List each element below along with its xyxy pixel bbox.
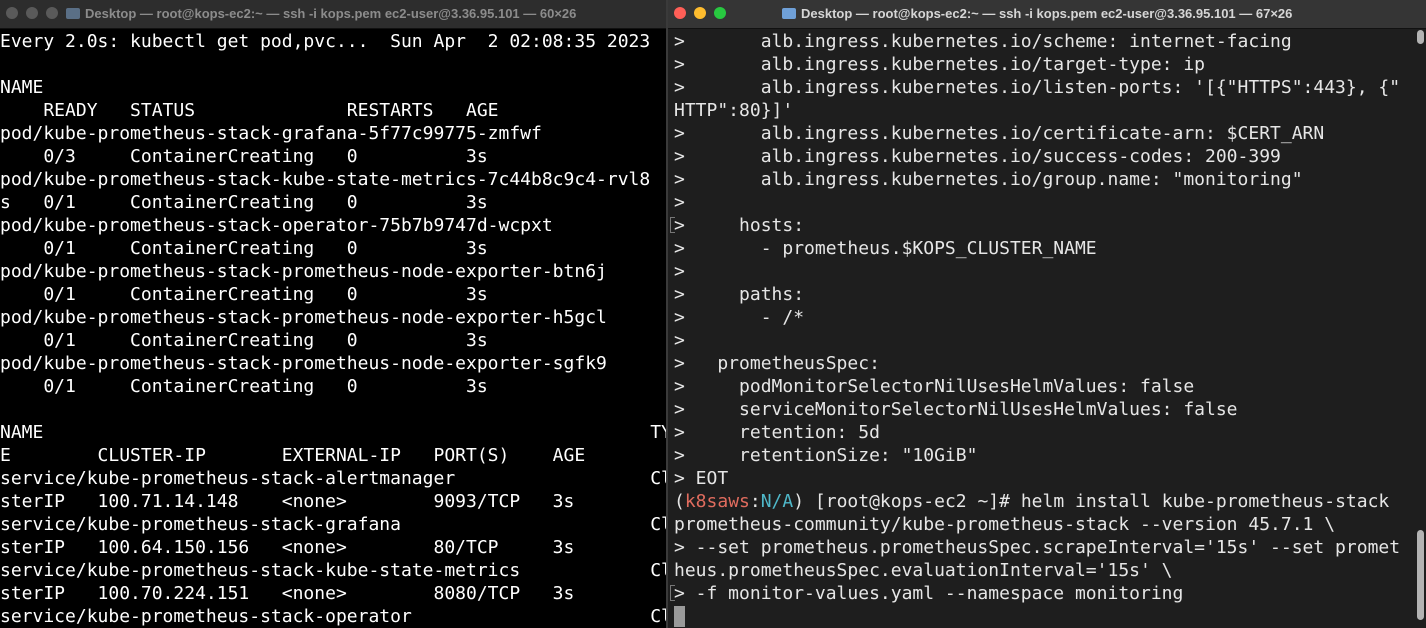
terminal-line: pod/kube-prometheus-stack-prometheus-nod… [0, 261, 607, 282]
terminal-line: > -f monitor-values.yaml --namespace mon… [674, 583, 1184, 604]
window-title: Desktop — root@kops-ec2:~ — ssh -i kops.… [66, 6, 576, 21]
terminal-output[interactable]: > alb.ingress.kubernetes.io/scheme: inte… [674, 30, 1426, 628]
minimize-button[interactable] [26, 7, 38, 19]
terminal-line: pod/kube-prometheus-stack-prometheus-nod… [0, 353, 607, 374]
terminal-line: > podMonitorSelectorNilUsesHelmValues: f… [674, 376, 1195, 397]
zoom-button[interactable] [714, 7, 726, 19]
prompt-command: [root@kops-ec2 ~]# helm install kube-pro… [804, 491, 1390, 512]
close-button[interactable] [6, 7, 18, 19]
terminal-line: > - /* [674, 307, 805, 328]
terminal-line: > alb.ingress.kubernetes.io/group.name: … [674, 169, 1303, 190]
terminal-line: > prometheusSpec: [674, 353, 880, 374]
terminal-line: service/kube-prometheus-stack-grafana Cl… [0, 514, 666, 535]
terminal-line: 0/1 ContainerCreating 0 3s [0, 238, 488, 259]
terminal-line: > alb.ingress.kubernetes.io/target-type:… [674, 54, 1206, 75]
prompt-paren: ) [793, 491, 805, 512]
terminal-line: NAME [0, 77, 44, 98]
terminal-line: > paths: [674, 284, 805, 305]
terminal-line: 0/1 ContainerCreating 0 3s [0, 330, 488, 351]
terminal-line: pod/kube-prometheus-stack-grafana-5f77c9… [0, 123, 542, 144]
terminal-line: s 0/1 ContainerCreating 0 3s [0, 192, 488, 213]
prompt-paren: ( [674, 491, 685, 512]
right-terminal-window[interactable]: Desktop — root@kops-ec2:~ — ssh -i kops.… [668, 0, 1426, 628]
terminal-line: HTTP":80}]' [674, 100, 794, 121]
terminal-line: sterIP 100.71.14.148 <none> 9093/TCP 3s [0, 491, 575, 512]
terminal-line: E CLUSTER-IP EXTERNAL-IP PORT(S) AGE [0, 445, 586, 466]
terminal-line: > alb.ingress.kubernetes.io/scheme: inte… [674, 31, 1292, 52]
terminal-line: > [674, 192, 685, 213]
terminal-line: heus.prometheusSpec.evaluationInterval='… [674, 560, 1173, 581]
terminal-line: service/kube-prometheus-stack-alertmanag… [0, 468, 666, 489]
terminal-output[interactable]: Every 2.0s: kubectl get pod,pvc... Sun A… [0, 30, 666, 628]
terminal-line: 0/1 ContainerCreating 0 3s [0, 284, 488, 305]
kube-namespace: N/A [760, 491, 794, 512]
terminal-line: NAME TYP [0, 422, 666, 443]
terminal-line: > serviceMonitorSelectorNilUsesHelmValue… [674, 399, 1238, 420]
terminal-line: Every 2.0s: kubectl get pod,pvc... Sun A… [0, 31, 651, 52]
right-titlebar[interactable]: Desktop — root@kops-ec2:~ — ssh -i kops.… [668, 0, 1426, 29]
terminal-line: > EOT [674, 468, 729, 489]
folder-icon [66, 8, 80, 19]
terminal-line: READY STATUS RESTARTS AGE [0, 100, 499, 121]
terminal-line: > [674, 330, 685, 351]
terminal-line: sterIP 100.70.224.151 <none> 8080/TCP 3s [0, 583, 575, 604]
terminal-line: service/kube-prometheus-stack-operator C… [0, 606, 666, 627]
cursor-line [674, 605, 1426, 628]
scrollbar-thumb[interactable] [1417, 530, 1424, 620]
shell-prompt-line: (k8saws:N/A) [root@kops-ec2 ~]# helm ins… [674, 490, 1426, 513]
window-controls [6, 7, 58, 19]
mark-bracket [670, 585, 675, 601]
terminal-line: pod/kube-prometheus-stack-operator-75b7b… [0, 215, 553, 236]
terminal-line: service/kube-prometheus-stack-kube-state… [0, 560, 666, 581]
terminal-line: > --set prometheus.prometheusSpec.scrape… [674, 537, 1401, 558]
text-cursor [674, 606, 685, 627]
left-terminal-window[interactable]: Desktop — root@kops-ec2:~ — ssh -i kops.… [0, 0, 666, 628]
prompt-separator: : [749, 491, 761, 512]
window-title: Desktop — root@kops-ec2:~ — ssh -i kops.… [782, 6, 1292, 21]
terminal-line: 0/3 ContainerCreating 0 3s [0, 146, 488, 167]
terminal-line: > hosts: [674, 215, 805, 236]
terminal-line: > alb.ingress.kubernetes.io/success-code… [674, 146, 1281, 167]
window-title-text: Desktop — root@kops-ec2:~ — ssh -i kops.… [85, 6, 577, 21]
terminal-line: > alb.ingress.kubernetes.io/certificate-… [674, 123, 1325, 144]
scrollbar-top-marker [1417, 30, 1424, 44]
terminal-line: > [674, 261, 685, 282]
folder-icon [782, 8, 796, 19]
window-controls [674, 7, 726, 19]
terminal-line: > retentionSize: "10GiB" [674, 445, 978, 466]
terminal-line: 0/1 ContainerCreating 0 3s [0, 376, 488, 397]
zoom-button[interactable] [46, 7, 58, 19]
terminal-line: pod/kube-prometheus-stack-kube-state-met… [0, 169, 651, 190]
window-title-text: Desktop — root@kops-ec2:~ — ssh -i kops.… [801, 6, 1293, 21]
minimize-button[interactable] [694, 7, 706, 19]
terminal-line: > - prometheus.$KOPS_CLUSTER_NAME [674, 238, 1097, 259]
mark-bracket [670, 217, 675, 233]
terminal-line: > retention: 5d [674, 422, 880, 443]
close-button[interactable] [674, 7, 686, 19]
terminal-line: prometheus-community/kube-prometheus-sta… [674, 514, 1336, 535]
left-titlebar[interactable]: Desktop — root@kops-ec2:~ — ssh -i kops.… [0, 0, 666, 29]
terminal-line: sterIP 100.64.150.156 <none> 80/TCP 3s [0, 537, 575, 558]
kube-context: k8saws [684, 491, 750, 512]
terminal-line: pod/kube-prometheus-stack-prometheus-nod… [0, 307, 607, 328]
terminal-line: > alb.ingress.kubernetes.io/listen-ports… [674, 77, 1401, 98]
